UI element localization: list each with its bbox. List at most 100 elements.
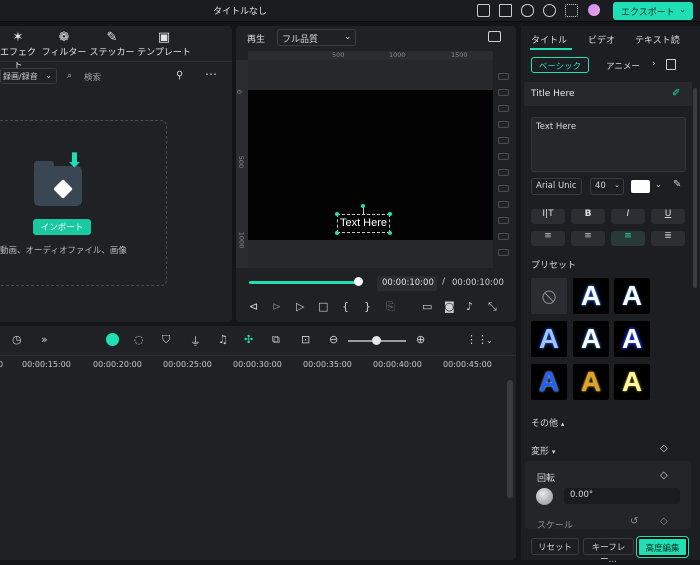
ai-edit-icon[interactable]: ✐ bbox=[672, 88, 680, 99]
rotate-handle[interactable] bbox=[361, 204, 365, 208]
reset-icon[interactable]: ↺ bbox=[630, 516, 638, 527]
preset-white-blue[interactable]: A bbox=[614, 278, 650, 314]
preset-blue-outline[interactable]: A bbox=[573, 278, 609, 314]
sort-filter-icon[interactable]: ⚲ bbox=[176, 70, 183, 81]
avatar[interactable] bbox=[588, 4, 600, 16]
display-icon[interactable]: ▭ bbox=[422, 300, 432, 313]
apps-grid-icon[interactable] bbox=[565, 4, 578, 17]
layout-icon[interactable] bbox=[477, 4, 490, 17]
volume-icon[interactable]: ♪ bbox=[466, 300, 473, 313]
other-section[interactable]: その他 ▴ bbox=[531, 416, 564, 429]
text-spacing-button[interactable]: I|T bbox=[531, 209, 565, 224]
ai-icon[interactable] bbox=[106, 333, 119, 346]
grid-icon[interactable]: ⋮⋮ bbox=[466, 333, 488, 346]
resize-handle[interactable] bbox=[335, 212, 339, 216]
preset-yellow[interactable]: A bbox=[614, 364, 650, 400]
total-time: 00:00:10:00 bbox=[452, 278, 504, 288]
timeline-tick: 00:00:40:00 bbox=[373, 360, 422, 369]
step-back-icon[interactable]: ⊳ bbox=[272, 300, 281, 313]
align-left-button[interactable]: ≡ bbox=[531, 231, 565, 246]
text-input[interactable]: Text Here bbox=[531, 117, 686, 172]
insert-icon[interactable]: ⎘ bbox=[386, 300, 395, 314]
search-input[interactable]: 検索 bbox=[84, 71, 101, 83]
speed-icon[interactable]: ◷ bbox=[12, 333, 22, 346]
save-icon[interactable] bbox=[499, 4, 512, 17]
no-preset-icon[interactable]: ⦸ bbox=[531, 278, 567, 314]
marker-icon[interactable]: ⛉ bbox=[162, 333, 170, 347]
keyframe-button[interactable]: キーフレー… bbox=[583, 538, 634, 565]
current-time: 00:00:10:00 bbox=[377, 276, 437, 291]
render-icon[interactable]: ⧉ bbox=[272, 333, 280, 347]
rotation-input[interactable]: 0.00° bbox=[564, 488, 680, 504]
more-icon[interactable]: ⋯ bbox=[205, 67, 217, 81]
playback-progress[interactable] bbox=[249, 281, 359, 284]
tool-sticker[interactable]: ✎ ステッカー bbox=[89, 31, 135, 58]
preset-light-blue[interactable]: A bbox=[531, 321, 567, 357]
chevron-right-icon[interactable]: › bbox=[652, 59, 656, 69]
playhead-knob[interactable] bbox=[354, 277, 363, 286]
tool-effects[interactable]: ✶ エフェクト bbox=[0, 31, 38, 71]
align-right-button[interactable]: ≡ bbox=[571, 231, 605, 246]
fullscreen-icon[interactable]: ⤡ bbox=[488, 300, 497, 314]
bold-button[interactable]: B bbox=[571, 209, 605, 224]
record-dropdown[interactable]: 録画/録音 ⌄ bbox=[0, 68, 57, 84]
keyframe-icon[interactable]: ◇ bbox=[660, 516, 668, 527]
tab-video[interactable]: ビデオ bbox=[588, 33, 615, 46]
import-button[interactable]: インポート bbox=[33, 219, 91, 235]
tool-filter[interactable]: ❁ フィルター bbox=[41, 31, 87, 58]
preset-gold[interactable]: A bbox=[573, 364, 609, 400]
align-justify-button[interactable]: ≣ bbox=[651, 231, 685, 246]
text-color-swatch[interactable] bbox=[631, 180, 650, 193]
resize-handle[interactable] bbox=[388, 231, 392, 235]
auto-ripple-icon[interactable]: ◌ bbox=[134, 333, 144, 346]
eyedropper-icon[interactable]: ✎ bbox=[673, 179, 681, 190]
tab-text-to-speech[interactable]: テキスト読 bbox=[635, 33, 680, 46]
export-button[interactable]: エクスポート ⌄ bbox=[613, 2, 693, 20]
italic-button[interactable]: I bbox=[611, 209, 645, 224]
tab-title[interactable]: タイトル bbox=[531, 33, 567, 46]
snapshot-icon[interactable]: ◙ bbox=[444, 300, 455, 313]
snap-icon[interactable]: ✣ bbox=[244, 333, 253, 346]
play-icon[interactable]: ▷ bbox=[296, 300, 304, 313]
audio-icon[interactable]: ♫ bbox=[218, 333, 228, 346]
chevron-down-icon[interactable]: ⌄ bbox=[655, 180, 662, 189]
keyframe-icon[interactable]: ◇ bbox=[660, 470, 668, 481]
resize-handle[interactable] bbox=[335, 231, 339, 235]
underline-button[interactable]: U bbox=[651, 209, 685, 224]
mic-icon[interactable]: ⏚ bbox=[190, 333, 201, 349]
zoom-out-icon[interactable]: ⊖ bbox=[329, 333, 338, 346]
timeline-scrollbar[interactable] bbox=[507, 380, 513, 498]
cloud-icon[interactable] bbox=[521, 4, 534, 17]
inspector-scrollbar[interactable] bbox=[693, 88, 697, 288]
chevron-down-icon[interactable]: ⌄ bbox=[486, 336, 493, 345]
rotation-dial[interactable] bbox=[536, 488, 553, 505]
preset-glow[interactable]: A bbox=[573, 321, 609, 357]
subtab-basic[interactable]: ベーシック bbox=[531, 57, 589, 73]
tool-template[interactable]: ▣ テンプレート bbox=[137, 31, 191, 58]
text-overlay[interactable]: Text Here bbox=[337, 214, 390, 233]
font-size-select[interactable]: 40 ⌄ bbox=[590, 178, 624, 195]
mark-out-icon[interactable]: } bbox=[364, 300, 371, 313]
mark-in-icon[interactable]: { bbox=[342, 300, 349, 313]
import-dropzone[interactable] bbox=[0, 120, 167, 286]
support-icon[interactable] bbox=[543, 4, 556, 17]
more-tools-icon[interactable]: » bbox=[41, 333, 48, 346]
stop-icon[interactable]: □ bbox=[318, 300, 328, 313]
scopes-icon[interactable] bbox=[488, 31, 501, 42]
reset-button[interactable]: リセット bbox=[531, 538, 579, 555]
preset-blue[interactable]: A bbox=[531, 364, 567, 400]
preset-neon[interactable]: A bbox=[614, 321, 650, 357]
subtab-animation[interactable]: アニメー bbox=[606, 60, 640, 72]
zoom-in-icon[interactable]: ⊕ bbox=[416, 333, 425, 346]
font-select[interactable]: Arial Unic bbox=[531, 178, 582, 195]
quality-select[interactable]: フル品質 ⌄ bbox=[277, 29, 356, 46]
advanced-edit-button[interactable]: 高度編集 bbox=[636, 536, 689, 558]
prev-frame-icon[interactable]: ⊲ bbox=[249, 300, 258, 313]
pip-icon[interactable]: ⊡ bbox=[301, 333, 310, 346]
resize-handle[interactable] bbox=[388, 212, 392, 216]
transform-section[interactable]: 変形 ▾ bbox=[531, 444, 555, 457]
zoom-slider-knob[interactable] bbox=[372, 336, 381, 345]
save-preset-icon[interactable] bbox=[666, 59, 676, 70]
keyframe-icon[interactable]: ◇ bbox=[660, 443, 668, 454]
align-center-button[interactable]: ≡ bbox=[611, 231, 645, 246]
